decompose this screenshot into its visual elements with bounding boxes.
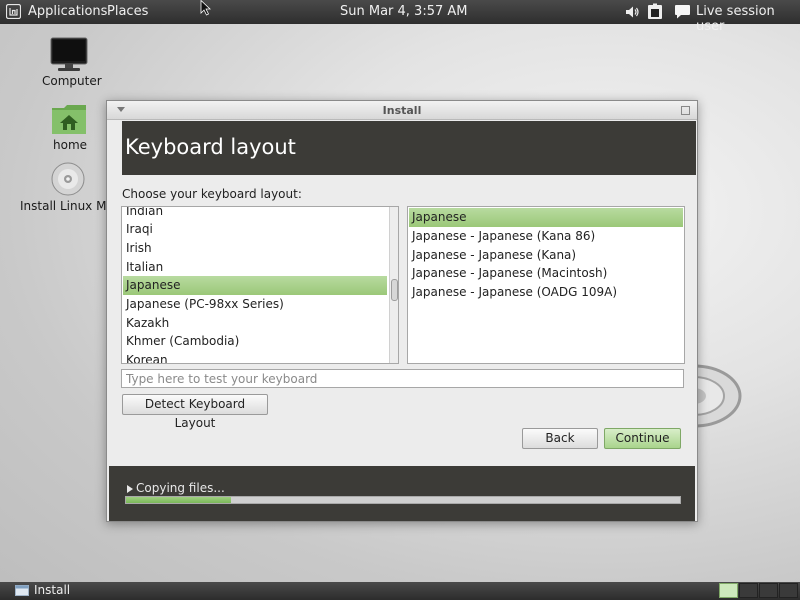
list-item[interactable]: Khmer (Cambodia) [123,332,387,351]
desktop-icon-label: Computer [42,74,102,88]
layout-list[interactable]: Indian Iraqi Irish Italian Japanese Japa… [121,206,399,364]
layout-list-scrollbar[interactable] [389,207,398,363]
list-item[interactable]: Japanese - Japanese (Kana 86) [409,227,683,246]
cd-disc-icon [51,162,85,196]
desktop-icon-computer[interactable]: Computer [38,36,102,90]
desktop-icon-label: home [53,138,88,152]
workspace-4[interactable] [779,583,798,598]
list-item[interactable]: Italian [123,258,387,277]
list-item[interactable]: Iraqi [123,220,387,239]
clock[interactable]: Sun Mar 4, 3:57 AM [340,4,468,19]
taskbar-item-install[interactable]: Install [8,582,308,600]
home-folder-icon [52,105,86,134]
progress-bar [125,496,681,504]
list-item[interactable]: Japanese - Japanese (OADG 109A) [409,283,683,302]
top-panel: Applications Places Sun Mar 4, 3:57 AM L… [0,0,800,34]
list-item[interactable]: Japanese (PC-98xx Series) [123,295,387,314]
progress-bar-fill [126,497,232,503]
list-item[interactable]: Indian [123,207,387,221]
page-header: Keyboard layout [122,121,696,175]
install-progress-section: Copying files... [109,466,695,521]
battery-icon[interactable] [647,3,663,20]
taskbar-item-label: Install [34,583,71,597]
list-item[interactable]: Japanese - Japanese (Macintosh) [409,264,683,283]
keyboard-test-input[interactable] [121,369,684,388]
computer-icon [50,37,88,71]
mint-menu-icon[interactable] [6,4,21,19]
window-title: Install [382,104,422,117]
detect-keyboard-layout-button[interactable]: Detect Keyboard Layout [122,394,268,430]
workspace-1[interactable] [719,583,738,598]
workspace-3[interactable] [759,583,778,598]
user-menu[interactable]: Live session user [696,4,800,34]
places-menu[interactable]: Places [107,4,148,19]
mouse-cursor-icon [200,0,211,16]
expander-arrow-icon[interactable] [127,485,133,493]
scrollbar-thumb[interactable] [391,279,398,301]
back-button[interactable]: Back [522,428,598,449]
layout-prompt-label: Choose your keyboard layout: [122,187,302,201]
maximize-button[interactable] [681,106,690,115]
list-item[interactable]: Korean [123,351,387,363]
desktop-icon-label: Install Linux Mi [20,199,110,213]
install-window: Install Keyboard layout Choose your keyb… [106,100,698,522]
workspace-2[interactable] [739,583,758,598]
bottom-panel: Install [0,582,800,600]
continue-button[interactable]: Continue [604,428,681,449]
page-title: Keyboard layout [125,135,296,159]
window-icon [15,585,29,596]
list-item-selected[interactable]: Japanese [123,276,387,295]
progress-status-text: Copying files... [136,481,225,495]
list-item[interactable]: Japanese - Japanese (Kana) [409,246,683,265]
list-item-selected[interactable]: Japanese [409,208,683,227]
applications-menu[interactable]: Applications [28,4,107,19]
desktop-icon-home[interactable]: home [38,100,100,154]
window-titlebar[interactable]: Install [107,101,697,120]
list-item[interactable]: Kazakh [123,314,387,333]
chat-bubble-icon[interactable] [674,3,691,20]
list-item[interactable]: Irish [123,239,387,258]
volume-icon[interactable] [625,5,640,19]
variant-list[interactable]: Japanese Japanese - Japanese (Kana 86) J… [407,206,685,364]
desktop-icon-install[interactable]: Install Linux Mi [18,162,110,216]
